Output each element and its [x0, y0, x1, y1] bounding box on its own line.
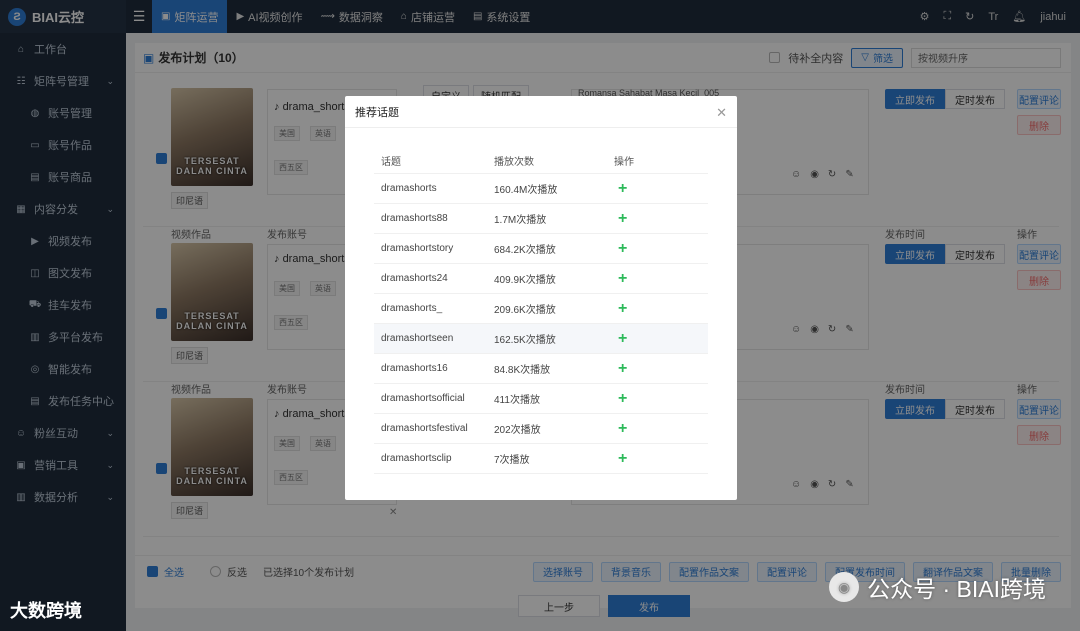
add-plus-icon[interactable]: +: [614, 300, 627, 317]
topic-plays: 7次播放: [494, 455, 530, 466]
topic-row: dramashortsclip 7次播放 +: [374, 444, 708, 474]
topic-row: dramashortsfestival 202次播放 +: [374, 414, 708, 444]
topics-table-header: 话题 播放次数 操作: [374, 148, 708, 174]
add-plus-icon[interactable]: +: [614, 360, 627, 377]
topic-name: dramashorts: [381, 183, 437, 194]
recommended-topics-modal: 推荐话题 ✕ 话题 播放次数 操作 dramashorts 160.4M次播放 …: [345, 96, 737, 500]
header-topic: 话题: [381, 157, 401, 168]
wechat-icon: ◉: [829, 572, 860, 602]
topic-row: dramashorts_ 209.6K次播放 +: [374, 294, 708, 324]
topic-name: dramashortseen: [381, 333, 454, 344]
topic-row: dramashorts 160.4M次播放 +: [374, 174, 708, 204]
topic-name: dramashortsclip: [381, 453, 452, 464]
topic-row: dramashorts88 1.7M次播放 +: [374, 204, 708, 234]
add-plus-icon[interactable]: +: [614, 450, 627, 467]
topic-name: dramashortstory: [381, 243, 454, 254]
header-action: 操作: [614, 157, 634, 168]
header-plays: 播放次数: [494, 157, 534, 168]
topic-plays: 160.4M次播放: [494, 185, 558, 196]
add-plus-icon[interactable]: +: [614, 240, 627, 257]
topic-name: dramashorts_: [381, 303, 443, 314]
topic-plays: 684.2K次播放: [494, 245, 556, 256]
topic-row: dramashortstory 684.2K次播放 +: [374, 234, 708, 264]
modal-title: 推荐话题: [345, 96, 737, 128]
topic-name: dramashorts88: [381, 213, 448, 224]
watermark: ◉ 公众号 · BIAI跨境: [829, 570, 1046, 604]
topic-name: dramashortsfestival: [381, 423, 468, 434]
add-plus-icon[interactable]: +: [614, 180, 627, 197]
topic-plays: 84.8K次播放: [494, 365, 551, 376]
topic-plays: 409.9K次播放: [494, 275, 556, 286]
topic-plays: 162.5K次播放: [494, 335, 556, 346]
watermark-text: 公众号 · BIAI跨境: [867, 576, 1046, 602]
topic-name: dramashortsofficial: [381, 393, 465, 404]
topic-plays: 1.7M次播放: [494, 215, 547, 226]
add-plus-icon[interactable]: +: [614, 420, 627, 437]
close-icon[interactable]: ✕: [716, 105, 727, 121]
topics-table: 话题 播放次数 操作 dramashorts 160.4M次播放 + dramas…: [374, 148, 708, 474]
add-plus-icon[interactable]: +: [614, 270, 627, 287]
brand-watermark: 大数跨境: [10, 601, 82, 621]
topic-name: dramashorts24: [381, 273, 448, 284]
topic-row: dramashorts16 84.8K次播放 +: [374, 354, 708, 384]
topic-plays: 411次播放: [494, 395, 540, 406]
topic-name: dramashorts16: [381, 363, 448, 374]
topic-row: dramashorts24 409.9K次播放 +: [374, 264, 708, 294]
add-plus-icon[interactable]: +: [614, 390, 627, 407]
topic-plays: 202次播放: [494, 425, 541, 436]
topic-plays: 209.6K次播放: [494, 305, 556, 316]
add-plus-icon[interactable]: +: [614, 330, 627, 347]
topic-row: dramashortseen 162.5K次播放 +: [374, 324, 708, 354]
add-plus-icon[interactable]: +: [614, 210, 627, 227]
topic-row: dramashortsofficial 411次播放 +: [374, 384, 708, 414]
